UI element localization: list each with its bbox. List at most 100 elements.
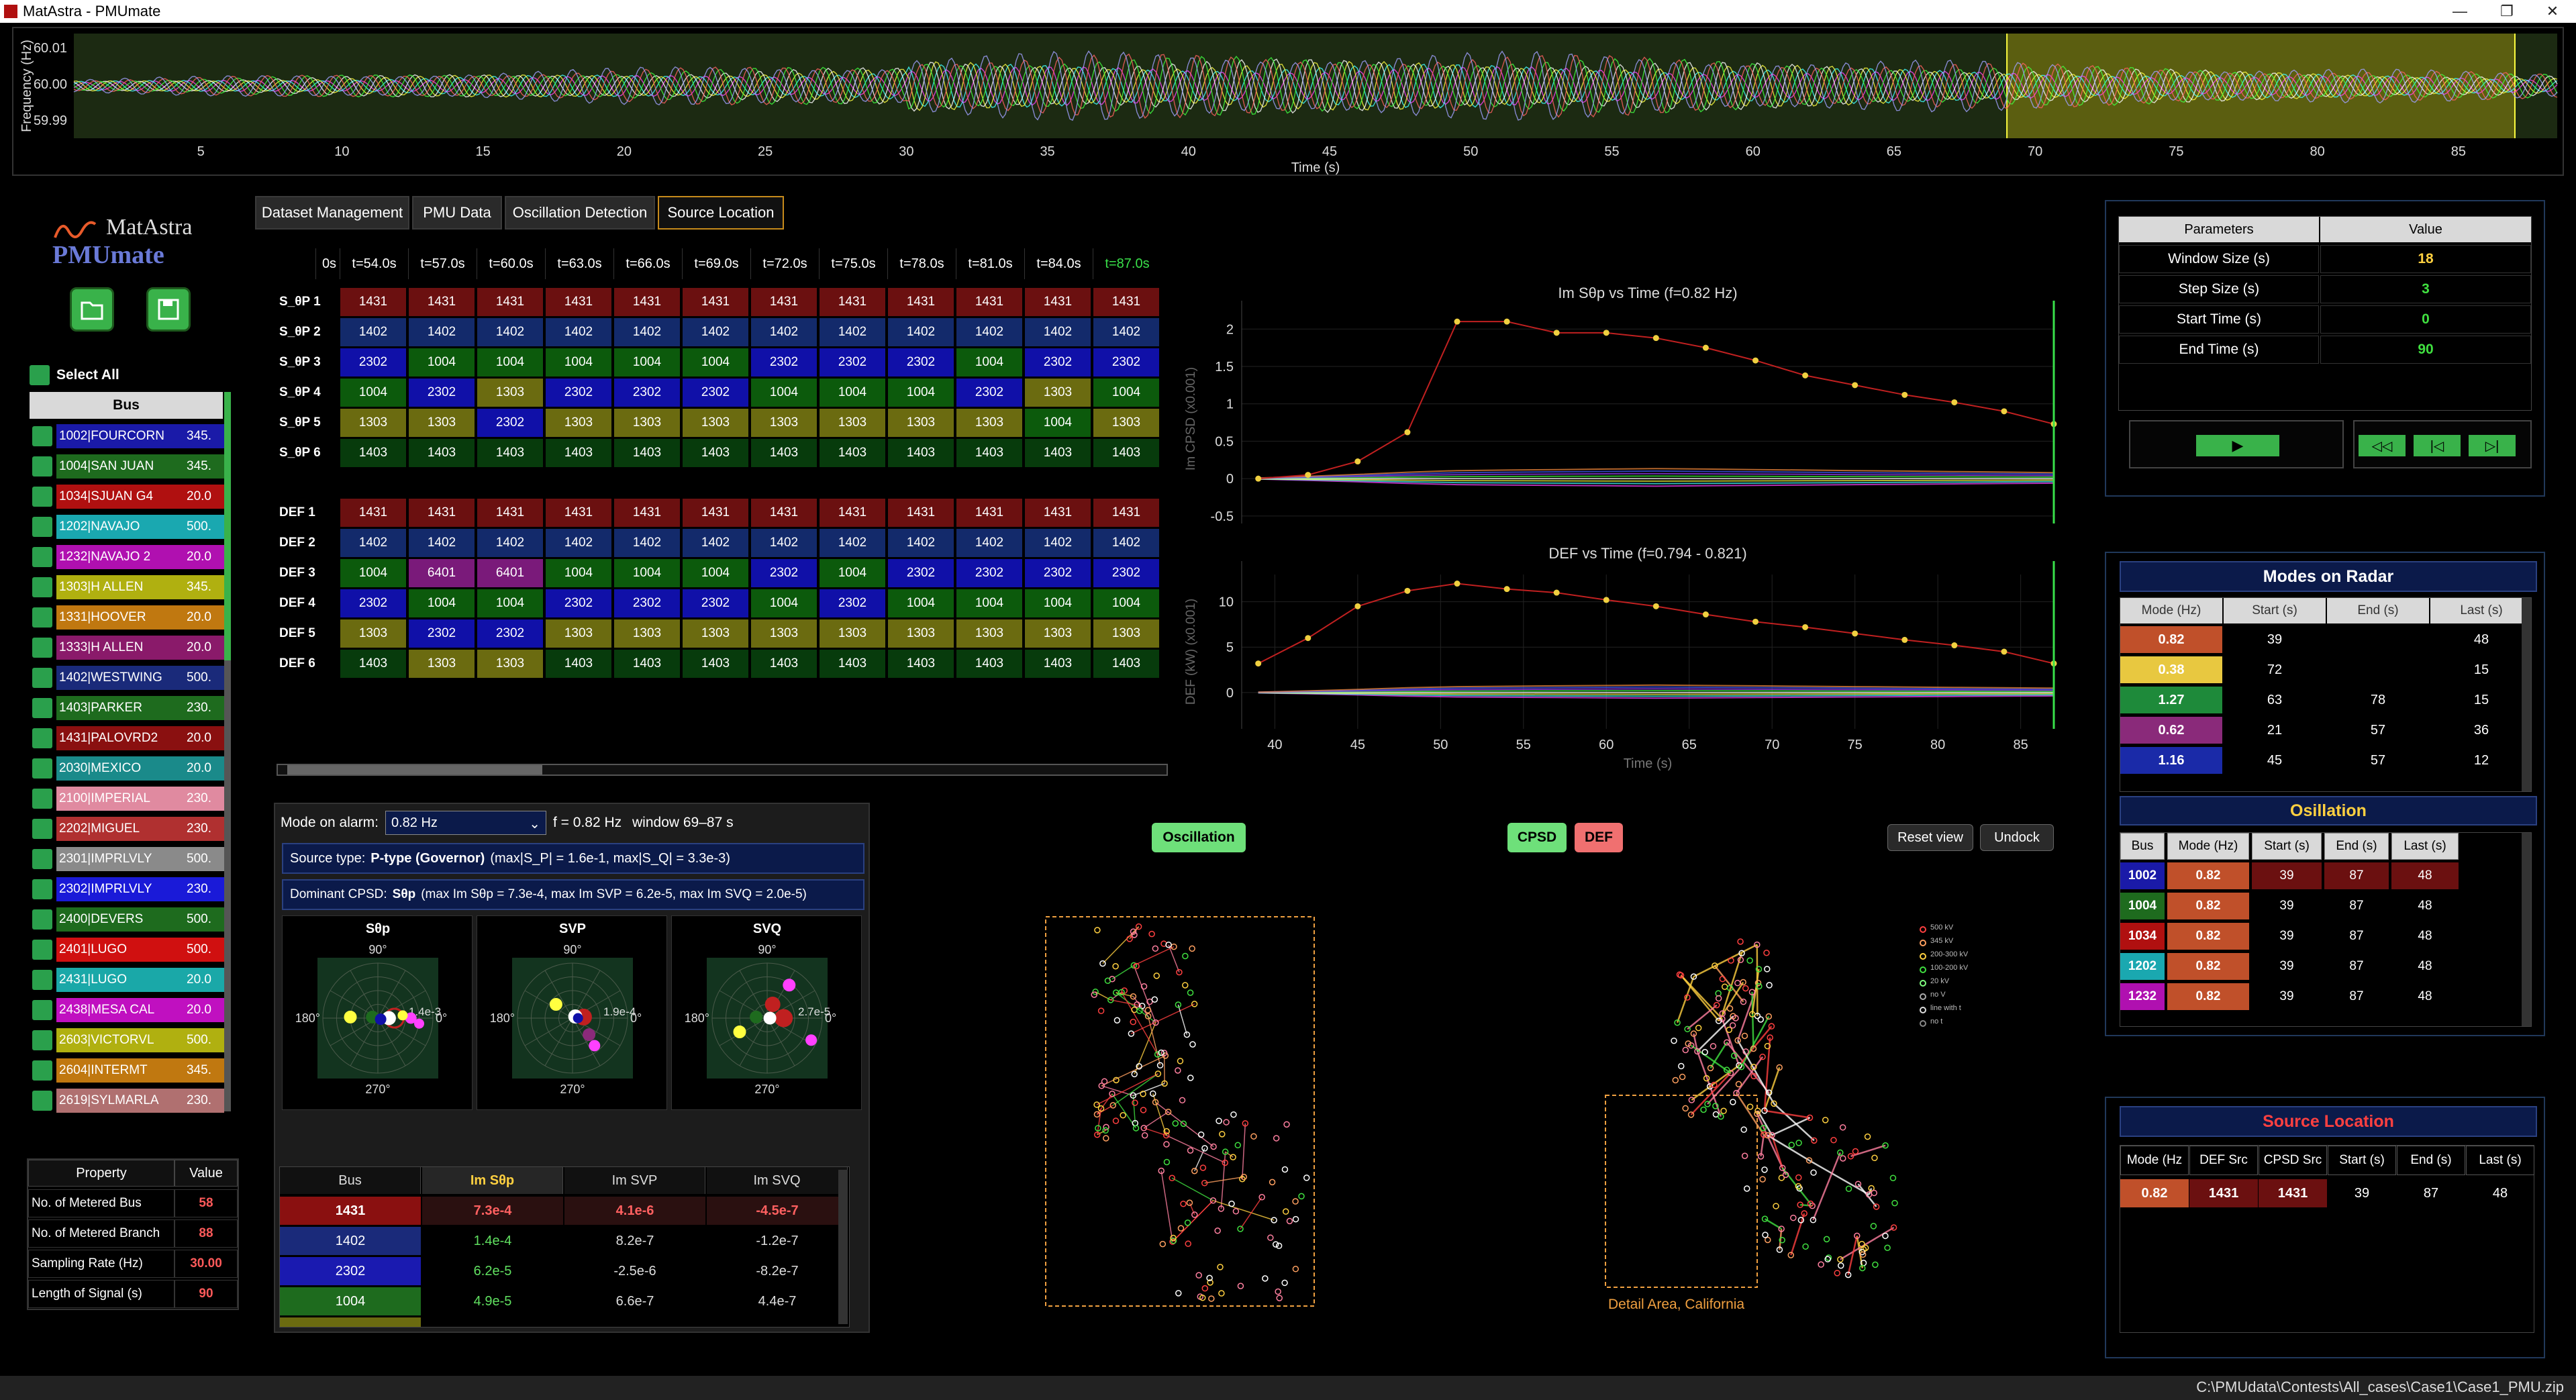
grid-cell[interactable]: 1431 xyxy=(956,287,1023,317)
bus-list-item[interactable]: 1303|H ALLEN 345. xyxy=(56,575,224,599)
bus-checkbox[interactable] xyxy=(32,1091,52,1111)
grid-cell[interactable]: 1431 xyxy=(887,498,954,528)
grid-cell[interactable]: 1403 xyxy=(408,438,475,468)
grid-cell[interactable]: 1403 xyxy=(340,438,407,468)
tab-oscillation-detection[interactable]: Oscillation Detection xyxy=(505,196,655,230)
grid-cell[interactable]: 1402 xyxy=(819,528,886,558)
frequency-overview-plot[interactable]: 60.01 60.00 59.99 5 10 15 20 25 30 35 40 45 50 55 60 65… xyxy=(12,27,2564,176)
grid-cell[interactable]: 1303 xyxy=(545,619,612,648)
grid-cell[interactable]: 1403 xyxy=(819,649,886,679)
grid-cell[interactable]: 1303 xyxy=(887,408,954,438)
step-forward-button[interactable]: ▷| xyxy=(2469,435,2516,456)
grid-cell[interactable]: 1402 xyxy=(408,528,475,558)
grid-cell[interactable]: 1004 xyxy=(1093,378,1160,407)
cpsd-row-bus[interactable]: 1431 xyxy=(280,1197,421,1225)
grid-cell[interactable]: 1402 xyxy=(477,528,544,558)
grid-cell[interactable]: 2302 xyxy=(750,348,818,377)
grid-cell[interactable]: 1004 xyxy=(477,348,544,377)
bus-checkbox[interactable] xyxy=(32,940,52,960)
im-cpsd-chart[interactable]: Im Sθp vs Time (f=0.82 Hz) Im CPSD (x0.00… xyxy=(1181,254,2074,536)
parameter-value[interactable]: 18 xyxy=(2320,245,2531,273)
tab-source-location[interactable]: Source Location xyxy=(658,196,784,230)
bus-checkbox[interactable] xyxy=(32,1000,52,1020)
grid-cell[interactable]: 1402 xyxy=(1093,528,1160,558)
grid-cell[interactable]: 1431 xyxy=(819,287,886,317)
grid-cell[interactable]: 2302 xyxy=(682,378,749,407)
modes-scrollbar[interactable] xyxy=(2522,598,2531,791)
bus-list-item[interactable]: 2202|MIGUEL 230. xyxy=(56,817,224,841)
grid-cell[interactable]: 1004 xyxy=(682,558,749,588)
grid-cell[interactable]: 1403 xyxy=(545,649,612,679)
grid-cell[interactable]: 2302 xyxy=(682,589,749,618)
grid-cell[interactable]: 1402 xyxy=(545,317,612,347)
grid-cell[interactable]: 2302 xyxy=(1093,348,1160,377)
oscillation-bus[interactable]: 1034 xyxy=(2120,923,2165,950)
grid-cell[interactable]: 1303 xyxy=(477,378,544,407)
grid-cell[interactable]: 2302 xyxy=(887,348,954,377)
grid-cell[interactable]: 1403 xyxy=(956,438,1023,468)
grid-cell[interactable]: 2302 xyxy=(1024,558,1091,588)
bus-checkbox[interactable] xyxy=(32,728,52,748)
grid-cell[interactable]: 1004 xyxy=(956,589,1023,618)
grid-cell[interactable]: 1431 xyxy=(545,287,612,317)
grid-cell[interactable]: 1431 xyxy=(545,498,612,528)
step-back-button[interactable]: |◁ xyxy=(2414,435,2461,456)
bus-list-item[interactable]: 1431|PALOVRD2 20.0 xyxy=(56,726,224,750)
mode-row-value[interactable]: 1.27 xyxy=(2120,687,2222,713)
def-map-button[interactable]: DEF xyxy=(1575,823,1623,852)
frequency-overview-svg[interactable]: 60.01 60.00 59.99 5 10 15 20 25 30 35 40 45 50 55 60 65… xyxy=(13,28,2565,177)
bus-list-item[interactable]: 2431|LUGO 20.0 xyxy=(56,968,224,992)
undock-button[interactable]: Undock xyxy=(1980,824,2054,851)
grid-cell[interactable]: 1303 xyxy=(1093,619,1160,648)
grid-cell[interactable]: 2302 xyxy=(613,378,681,407)
grid-cell[interactable]: 1431 xyxy=(682,287,749,317)
cpsd-table-scrollbar[interactable] xyxy=(838,1170,848,1324)
grid-cell[interactable]: 1004 xyxy=(1024,408,1091,438)
grid-cell[interactable]: 1303 xyxy=(682,408,749,438)
grid-cell[interactable]: 1403 xyxy=(1093,438,1160,468)
grid-cell[interactable]: 1004 xyxy=(887,589,954,618)
bus-list-item[interactable]: 1403|PARKER 230. xyxy=(56,696,224,720)
bus-list-item[interactable]: 2604|INTERMT 345. xyxy=(56,1058,224,1083)
bus-list-item[interactable]: 2030|MEXICO 20.0 xyxy=(56,756,224,781)
grid-cell[interactable]: 2302 xyxy=(819,348,886,377)
grid-cell[interactable]: 1402 xyxy=(750,317,818,347)
grid-cell[interactable]: 1402 xyxy=(682,528,749,558)
grid-cell[interactable]: 2302 xyxy=(819,589,886,618)
bus-checkbox[interactable] xyxy=(32,1030,52,1050)
grid-cell[interactable]: 1004 xyxy=(819,558,886,588)
grid-cell[interactable]: 2302 xyxy=(408,378,475,407)
grid-cell[interactable]: 1303 xyxy=(750,619,818,648)
grid-cell[interactable]: 1402 xyxy=(750,528,818,558)
grid-cell[interactable]: 1004 xyxy=(340,558,407,588)
grid-cell[interactable]: 2302 xyxy=(1093,558,1160,588)
grid-cell[interactable]: 1403 xyxy=(956,649,1023,679)
grid-cell[interactable]: 1431 xyxy=(613,498,681,528)
grid-cell[interactable]: 1303 xyxy=(408,649,475,679)
oscillation-bus[interactable]: 1202 xyxy=(2120,953,2165,980)
bus-list[interactable]: 1002|FOURCORN 345. 1004|SAN JUAN 345. 1034|S… xyxy=(30,421,231,1113)
bus-checkbox[interactable] xyxy=(32,970,52,990)
grid-cell[interactable]: 1004 xyxy=(613,558,681,588)
grid-cell[interactable]: 1402 xyxy=(545,528,612,558)
grid-cell[interactable]: 1402 xyxy=(956,528,1023,558)
grid-cell[interactable]: 1403 xyxy=(1024,649,1091,679)
mode-row-value[interactable]: 0.82 xyxy=(2120,626,2222,653)
grid-cell[interactable]: 1431 xyxy=(1024,287,1091,317)
grid-cell[interactable]: 1431 xyxy=(750,287,818,317)
bus-list-item[interactable]: 2438|MESA CAL 20.0 xyxy=(56,998,224,1022)
bus-list-item[interactable]: 1402|WESTWING 500. xyxy=(56,666,224,690)
grid-cell[interactable]: 1303 xyxy=(613,408,681,438)
grid-cell[interactable]: 1303 xyxy=(956,619,1023,648)
grid-cell[interactable]: 1004 xyxy=(477,589,544,618)
def-chart[interactable]: DEF vs Time (f=0.794 - 0.821) DEF (kW) (x… xyxy=(1181,537,2074,779)
polar-plot[interactable]: SVQ 90° 270° 180° 0° 2.7e-5 xyxy=(671,915,862,1110)
reset-view-button[interactable]: Reset view xyxy=(1887,824,1973,851)
bus-list-item[interactable]: 2400|DEVERS 500. xyxy=(56,907,224,932)
grid-cell[interactable]: 1431 xyxy=(956,498,1023,528)
grid-cell[interactable]: 1403 xyxy=(545,438,612,468)
bus-checkbox[interactable] xyxy=(32,758,52,779)
bus-checkbox[interactable] xyxy=(32,456,52,477)
grid-cell[interactable]: 1403 xyxy=(750,438,818,468)
bus-list-item[interactable]: 1232|NAVAJO 2 20.0 xyxy=(56,545,224,569)
